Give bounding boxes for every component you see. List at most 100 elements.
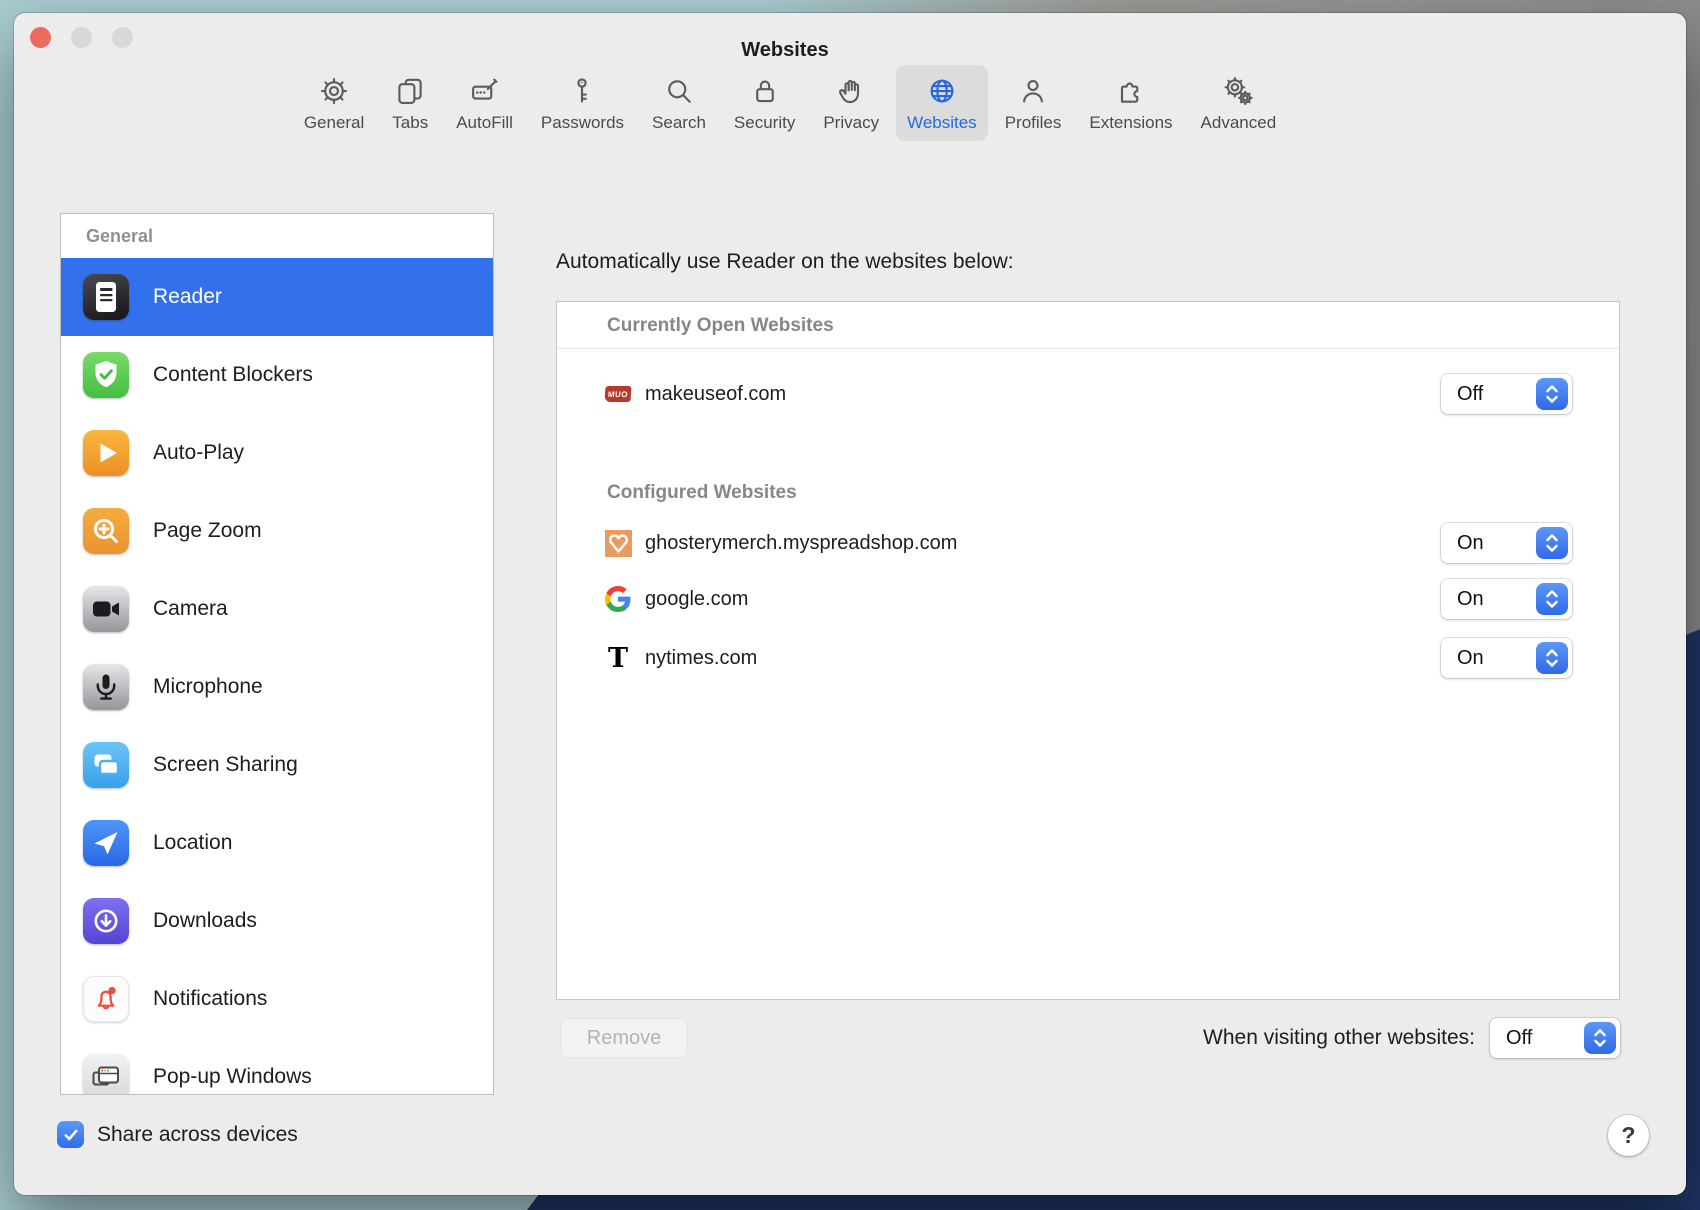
sidebar-item-label: Page Zoom — [153, 519, 262, 543]
toolbar-tab-label: Privacy — [823, 113, 879, 133]
sidebar-item-label: Screen Sharing — [153, 753, 298, 777]
site-row-nytimes[interactable]: T nytimes.com On — [604, 630, 1572, 686]
share-across-devices-label: Share across devices — [97, 1123, 298, 1147]
popup-value: On — [1457, 647, 1484, 670]
toolbar-tab-autofill[interactable]: AutoFill — [445, 65, 524, 141]
toolbar-tab-general[interactable]: General — [293, 65, 375, 141]
sidebar-section-header: General — [61, 214, 493, 258]
microphone-icon — [83, 664, 129, 710]
gears-icon — [1222, 75, 1254, 107]
safari-preferences-window: Websites General Tabs AutoFill — [14, 13, 1686, 1195]
shield-check-icon — [83, 352, 129, 398]
google-favicon — [604, 585, 632, 613]
sidebar-item-label: Pop-up Windows — [153, 1065, 312, 1089]
help-button[interactable]: ? — [1608, 1115, 1649, 1156]
toolbar-tab-label: Tabs — [392, 113, 428, 133]
toolbar-tab-label: Passwords — [541, 113, 624, 133]
sidebar-item-downloads[interactable]: Downloads — [61, 882, 493, 960]
hand-icon — [835, 75, 867, 107]
site-row-ghosterymerch[interactable]: ghosterymerch.myspreadshop.com On — [604, 515, 1572, 571]
when-visiting-popup[interactable]: Off — [1490, 1018, 1620, 1058]
sidebar-item-reader[interactable]: Reader — [61, 258, 493, 336]
sidebar-item-label: Microphone — [153, 675, 263, 699]
toolbar-tab-label: Advanced — [1201, 113, 1277, 133]
popup-stepper-icon — [1536, 527, 1568, 559]
lock-icon — [749, 75, 781, 107]
globe-icon — [926, 75, 958, 107]
sidebar-item-auto-play[interactable]: Auto-Play — [61, 414, 493, 492]
nytimes-favicon: T — [604, 644, 632, 672]
site-name: ghosterymerch.myspreadshop.com — [645, 532, 957, 555]
toolbar-tab-advanced[interactable]: Advanced — [1190, 65, 1288, 141]
key-icon — [566, 75, 598, 107]
preferences-toolbar: General Tabs AutoFill Passwords — [0, 65, 1626, 165]
reader-setting-popup-ghosterymerch[interactable]: On — [1441, 523, 1572, 563]
site-name: google.com — [645, 588, 748, 611]
sidebar-item-label: Auto-Play — [153, 441, 244, 465]
sidebar-item-microphone[interactable]: Microphone — [61, 648, 493, 726]
toolbar-tab-label: General — [304, 113, 364, 133]
site-row-google[interactable]: google.com On — [604, 571, 1572, 627]
site-name: makeuseof.com — [645, 383, 786, 406]
play-icon — [83, 430, 129, 476]
sidebar-item-label: Downloads — [153, 909, 257, 933]
reader-setting-popup-makeuseof[interactable]: Off — [1441, 374, 1572, 414]
magnifier-icon — [663, 75, 695, 107]
toolbar-tab-label: Search — [652, 113, 706, 133]
location-arrow-icon — [83, 820, 129, 866]
popup-value: On — [1457, 532, 1484, 555]
toolbar-tab-privacy[interactable]: Privacy — [812, 65, 890, 141]
screens-icon — [83, 742, 129, 788]
person-icon — [1017, 75, 1049, 107]
tabs-icon — [394, 75, 426, 107]
reader-icon — [83, 274, 129, 320]
toolbar-tab-profiles[interactable]: Profiles — [994, 65, 1073, 141]
puzzle-icon — [1115, 75, 1147, 107]
sidebar-item-notifications[interactable]: Notifications — [61, 960, 493, 1038]
sidebar-item-popup-windows[interactable]: Pop-up Windows — [61, 1038, 493, 1095]
toolbar-tab-label: Security — [734, 113, 795, 133]
site-row-makeuseof[interactable]: MUO makeuseof.com Off — [604, 366, 1572, 422]
popup-stepper-icon — [1584, 1022, 1616, 1054]
gear-icon — [318, 75, 350, 107]
sidebar-item-label: Content Blockers — [153, 363, 313, 387]
share-across-devices-checkbox[interactable] — [57, 1121, 84, 1148]
popup-value: Off — [1506, 1027, 1532, 1050]
toolbar-tab-search[interactable]: Search — [641, 65, 717, 141]
titlebar: Websites — [14, 13, 1686, 65]
reader-setting-popup-google[interactable]: On — [1441, 579, 1572, 619]
toolbar-tab-passwords[interactable]: Passwords — [530, 65, 635, 141]
section-title-currently-open: Currently Open Websites — [607, 315, 834, 337]
popup-window-icon — [83, 1054, 129, 1095]
toolbar-tab-websites[interactable]: Websites — [896, 65, 988, 141]
websites-list-box: Currently Open Websites MUO makeuseof.co… — [556, 301, 1620, 1000]
toolbar-tab-extensions[interactable]: Extensions — [1078, 65, 1183, 141]
camera-icon — [83, 586, 129, 632]
ghostery-favicon — [604, 529, 632, 557]
when-visiting-label: When visiting other websites: — [1203, 1026, 1475, 1050]
section-title-configured: Configured Websites — [607, 482, 797, 504]
toolbar-tab-security[interactable]: Security — [723, 65, 806, 141]
bell-icon — [83, 976, 129, 1022]
popup-stepper-icon — [1536, 583, 1568, 615]
sidebar-item-label: Camera — [153, 597, 228, 621]
sidebar-item-content-blockers[interactable]: Content Blockers — [61, 336, 493, 414]
autofill-icon — [469, 75, 501, 107]
sidebar-item-location[interactable]: Location — [61, 804, 493, 882]
sidebar-item-label: Notifications — [153, 987, 267, 1011]
reader-setting-popup-nytimes[interactable]: On — [1441, 638, 1572, 678]
popup-stepper-icon — [1536, 642, 1568, 674]
section-divider — [557, 348, 1619, 349]
sidebar: General Reader Content Blockers Auto-Pla… — [60, 213, 494, 1095]
sidebar-item-page-zoom[interactable]: Page Zoom — [61, 492, 493, 570]
toolbar-tab-label: Profiles — [1005, 113, 1062, 133]
sidebar-item-label: Location — [153, 831, 232, 855]
popup-value: Off — [1457, 383, 1483, 406]
window-title: Websites — [14, 39, 1556, 62]
remove-button[interactable]: Remove — [560, 1018, 688, 1058]
sidebar-item-label: Reader — [153, 285, 222, 309]
sidebar-item-camera[interactable]: Camera — [61, 570, 493, 648]
toolbar-tab-label: Extensions — [1089, 113, 1172, 133]
sidebar-item-screen-sharing[interactable]: Screen Sharing — [61, 726, 493, 804]
toolbar-tab-tabs[interactable]: Tabs — [381, 65, 439, 141]
